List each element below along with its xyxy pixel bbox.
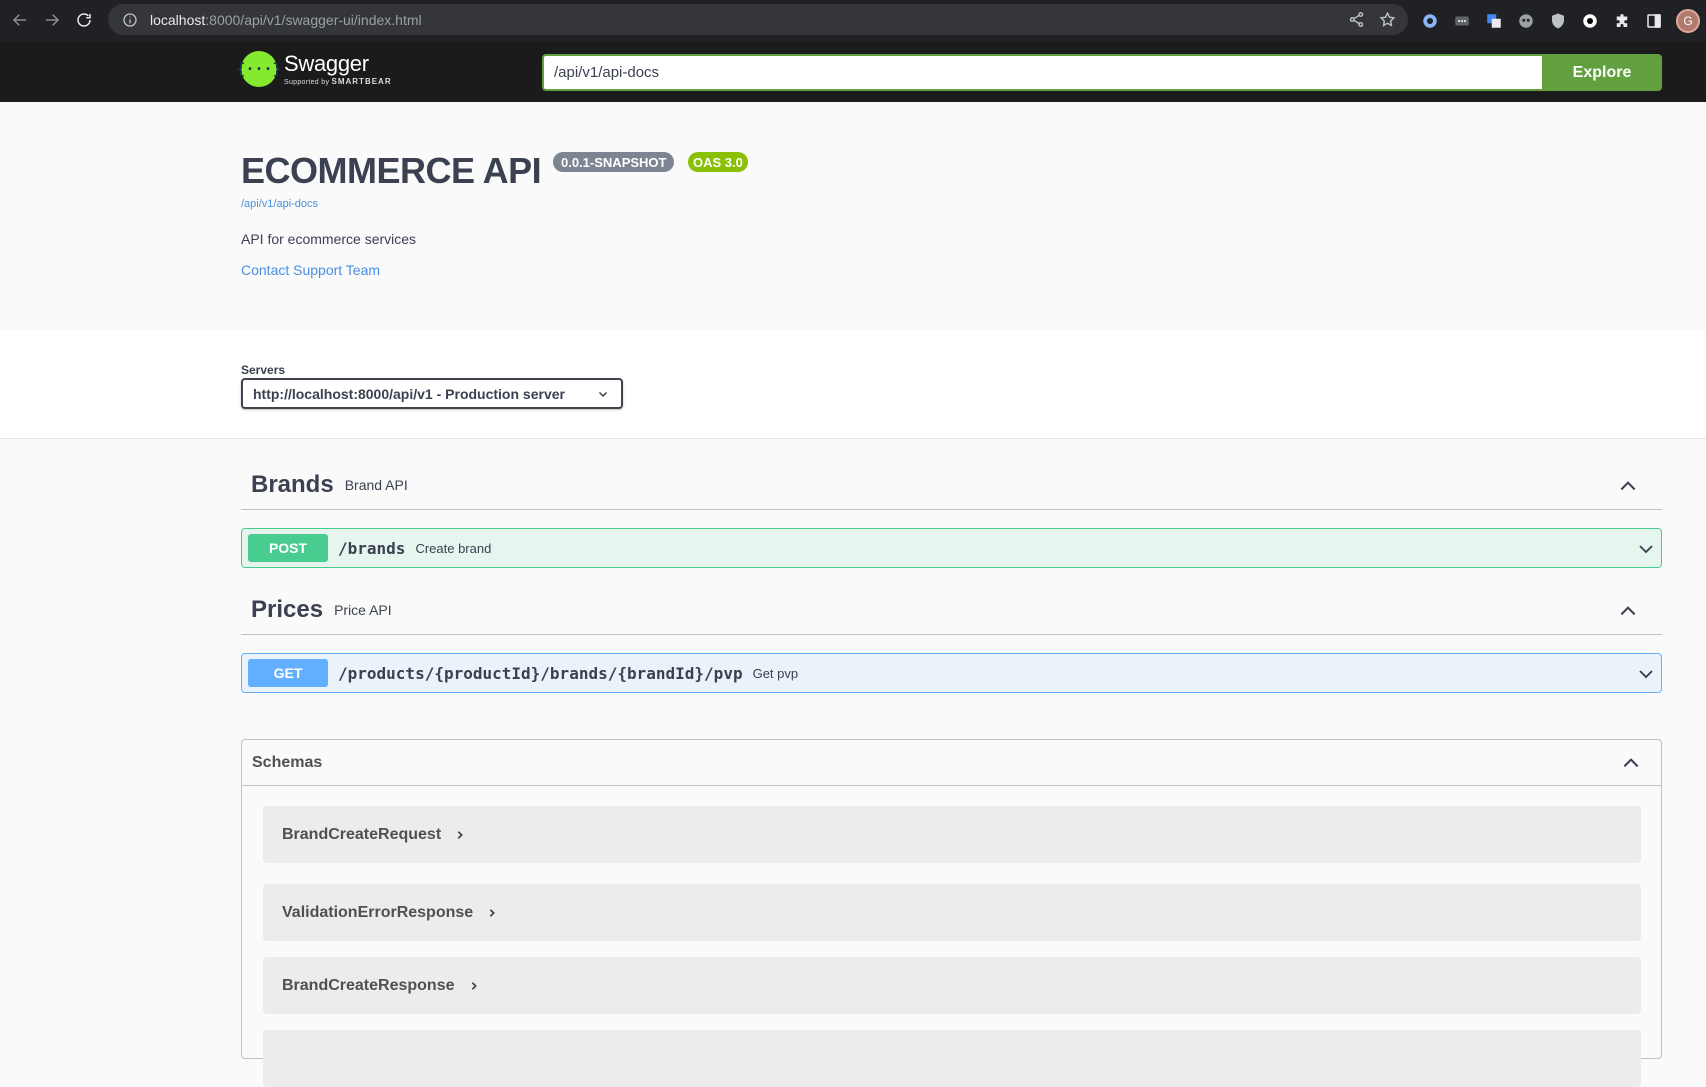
chevron-down-icon [598, 391, 608, 398]
tag-brands[interactable]: Brands Brand API [241, 460, 1662, 510]
servers-selected-value: http://localhost:8000/api/v1 - Productio… [253, 385, 565, 402]
api-docs-link[interactable]: /api/v1/api-docs [241, 198, 318, 210]
site-info-icon[interactable] [122, 12, 138, 28]
logo-name: Swagger [284, 50, 369, 76]
profile-avatar[interactable]: G [1676, 9, 1700, 33]
version-badge: 0.0.1-SNAPSHOT [553, 152, 675, 172]
chevron-right-icon [471, 981, 477, 990]
schema-name: ValidationErrorResponse [282, 903, 474, 921]
schema-item[interactable]: ValidationErrorResponse [263, 884, 1641, 941]
schemas-title: Schemas [252, 753, 323, 771]
operations-area: Brands Brand API POST /brands Create bra… [0, 440, 1706, 1087]
explore-url-input[interactable]: /api/v1/api-docs [542, 54, 1542, 91]
schemas-section: Schemas BrandCreateRequest ValidationErr… [241, 739, 1662, 1087]
chevron-up-icon[interactable] [1618, 476, 1638, 496]
method-badge: GET [248, 659, 328, 687]
chevron-up-icon[interactable] [1618, 601, 1638, 621]
tag-name: Prices [251, 595, 324, 623]
logo-subtitle: Supported by SMARTBEAR [284, 76, 392, 86]
tag-description: Brand API [344, 476, 408, 493]
schema-name: BrandCreateRequest [282, 825, 442, 843]
extension-4-icon[interactable] [1516, 11, 1536, 31]
chevron-down-icon[interactable] [1637, 665, 1655, 683]
translate-icon[interactable] [1484, 11, 1504, 31]
operation-path: /brands [338, 538, 406, 558]
chevron-down-icon[interactable] [1637, 540, 1655, 558]
tag-prices[interactable]: Prices Price API [241, 585, 1662, 635]
schema-item-partial[interactable] [263, 1030, 1641, 1087]
chevron-right-icon [489, 908, 496, 917]
api-title: ECOMMERCE API [241, 150, 542, 191]
servers-label: Servers [241, 363, 286, 377]
api-description: API for ecommerce services [241, 231, 417, 247]
operation-summary: Get pvp [752, 665, 799, 681]
chevron-right-icon [457, 830, 464, 839]
extensions-puzzle-icon[interactable] [1612, 11, 1632, 31]
method-badge: POST [248, 534, 328, 562]
oas-badge: OAS 3.0 [688, 152, 748, 172]
schema-item[interactable]: BrandCreateRequest [263, 806, 1641, 863]
operation-summary: Create brand [415, 540, 492, 556]
bookmark-star-icon[interactable] [1379, 11, 1396, 28]
reload-icon[interactable] [68, 4, 100, 36]
side-panel-icon[interactable] [1644, 11, 1664, 31]
swagger-topbar: {···} Swagger Supported by SMARTBEAR /ap… [0, 41, 1706, 102]
contact-support-link[interactable]: Contact Support Team [241, 262, 380, 278]
servers-select[interactable]: http://localhost:8000/api/v1 - Productio… [241, 378, 623, 409]
swagger-logo-icon: {···} [236, 51, 282, 87]
address-bar[interactable]: localhost:8000/api/v1/swagger-ui/index.h… [108, 4, 1408, 35]
extension-2-icon[interactable] [1452, 11, 1472, 31]
tag-name: Brands [251, 470, 334, 498]
tag-description: Price API [334, 601, 392, 618]
forward-icon[interactable] [36, 4, 68, 36]
share-icon[interactable] [1348, 11, 1365, 28]
operation-path: /products/{productId}/brands/{brandId}/p… [338, 663, 743, 683]
swagger-logo[interactable]: {···} Swagger Supported by SMARTBEAR [236, 50, 392, 87]
operation-post-brands[interactable]: POST /brands Create brand [241, 528, 1662, 568]
schema-name: BrandCreateResponse [282, 976, 455, 994]
api-info: ECOMMERCE API 0.0.1-SNAPSHOT OAS 3.0 /ap… [0, 102, 1706, 330]
schema-item[interactable]: BrandCreateResponse [263, 957, 1641, 1014]
explore-button[interactable]: Explore [1542, 54, 1662, 91]
shield-extension-icon[interactable] [1548, 11, 1568, 31]
url-text: localhost:8000/api/v1/swagger-ui/index.h… [150, 11, 422, 28]
schemas-header[interactable]: Schemas [242, 740, 1661, 786]
browser-toolbar: localhost:8000/api/v1/swagger-ui/index.h… [0, 0, 1706, 41]
chevron-up-icon[interactable] [1621, 753, 1641, 773]
operation-get-pvp[interactable]: GET /products/{productId}/brands/{brandI… [241, 653, 1662, 693]
servers-section: Servers http://localhost:8000/api/v1 - P… [0, 330, 1706, 439]
extension-1-icon[interactable] [1420, 11, 1440, 31]
extension-6-icon[interactable] [1580, 11, 1600, 31]
back-icon[interactable] [4, 4, 36, 36]
